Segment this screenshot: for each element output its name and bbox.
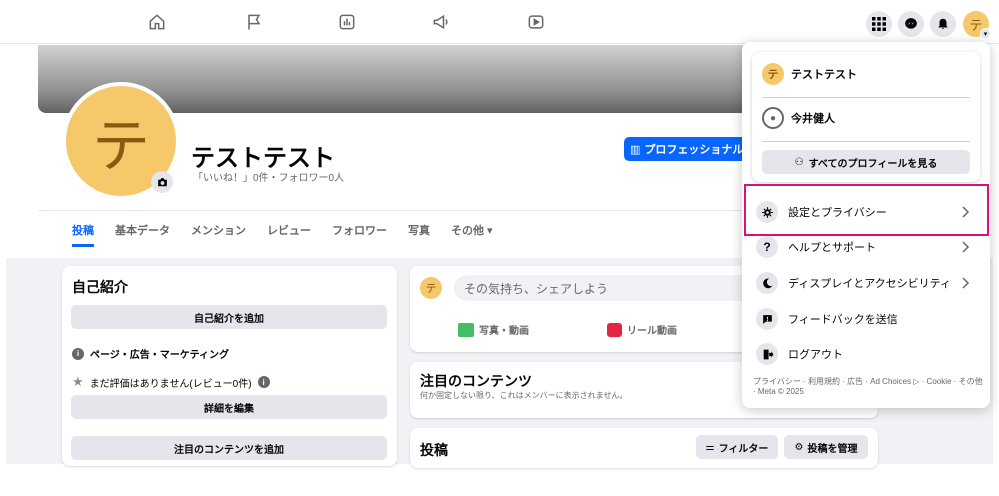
people-icon: ⚇: [794, 156, 804, 168]
top-navigation-bar: テ ▾: [0, 0, 999, 44]
feedback-icon: [756, 308, 778, 330]
chevron-right-icon: [962, 241, 970, 253]
posts-title: 投稿: [420, 442, 448, 458]
video-icon[interactable]: [525, 11, 547, 33]
tab-mentions[interactable]: メンション: [191, 222, 246, 238]
tab-more[interactable]: その他 ▾: [451, 222, 493, 238]
menu-item-label: ログアウト: [788, 349, 843, 361]
intro-title: 自己紹介: [72, 279, 128, 295]
info-icon: i: [72, 347, 84, 360]
messenger-icon[interactable]: [898, 11, 924, 37]
gear-icon: ⚙: [794, 441, 804, 453]
menu-item-label: ディスプレイとアクセシビリティ: [788, 278, 952, 290]
flag-icon[interactable]: [243, 11, 265, 33]
star-icon: ★: [72, 374, 84, 389]
tab-followers[interactable]: フォロワー: [332, 222, 387, 238]
pro-button-label: プロフェッショナル: [644, 144, 744, 156]
account-row-personal[interactable]: ● 今井健人: [762, 107, 835, 129]
divider: [762, 97, 970, 98]
composer-avatar: テ: [420, 277, 442, 299]
featured-title: 注目のコンテンツ: [420, 373, 532, 389]
chart-icon: ▥: [630, 143, 641, 156]
megaphone-icon[interactable]: [430, 11, 452, 33]
chevron-right-icon: [962, 277, 970, 289]
help-icon: ?: [756, 236, 778, 258]
see-all-profiles-button[interactable]: ⚇ すべてのプロフィールを見る: [762, 150, 970, 174]
featured-subtitle: 何か固定しない限り、これはメンバーに表示されません。: [420, 391, 628, 400]
home-icon[interactable]: [146, 11, 168, 33]
menu-item-send-feedback[interactable]: フィードバックを送信: [750, 303, 984, 335]
selection-highlight: [744, 184, 989, 236]
logout-icon: [756, 343, 778, 365]
photo-icon: [458, 322, 474, 337]
page-info-row: i ページ・広告・マーケティング: [72, 346, 229, 361]
account-name-personal: 今井健人: [791, 113, 835, 125]
tab-reviews[interactable]: レビュー: [267, 222, 311, 238]
person-icon: ●: [762, 107, 784, 129]
menu-item-label: ヘルプとサポート: [788, 242, 876, 254]
insights-icon[interactable]: [336, 11, 358, 33]
rating-row: ★ まだ評価はありません(レビュー0件) i: [72, 374, 270, 390]
account-row-current[interactable]: テ テストテスト: [762, 63, 857, 85]
menu-item-label: フィードバックを送信: [788, 314, 898, 326]
account-switcher-card: テ テストテスト ● 今井健人 ⚇ すべてのプロフィールを見る: [752, 52, 980, 182]
account-avatar: テ: [762, 63, 784, 85]
see-all-label: すべてのプロフィールを見る: [808, 158, 938, 170]
manage-label: 投稿を管理: [807, 443, 858, 455]
filter-icon: ⚌: [705, 441, 715, 453]
footer-links[interactable]: プライバシー · 利用規約 · 広告 · Ad Choices ▷ · Cook…: [753, 377, 983, 397]
tab-about[interactable]: 基本データ: [115, 222, 170, 238]
menu-item-display-accessibility[interactable]: ディスプレイとアクセシビリティ: [750, 267, 984, 299]
tab-photos[interactable]: 写真: [408, 222, 430, 238]
divider: [762, 141, 970, 142]
add-featured-button[interactable]: 注目のコンテンツを追加: [71, 436, 387, 460]
profile-tabs: 投稿 基本データ メンション レビュー フォロワー 写真 その他 ▾: [72, 222, 514, 247]
reel-icon: [607, 322, 622, 337]
reel-button[interactable]: リール動画: [607, 322, 677, 337]
photo-video-label: 写真・動画: [479, 326, 529, 337]
chevron-down-icon: ▾: [980, 28, 991, 39]
manage-posts-button[interactable]: ⚙ 投稿を管理: [784, 435, 868, 459]
intro-card: 自己紹介 自己紹介を追加 i ページ・広告・マーケティング ★ まだ評価はありま…: [62, 266, 397, 466]
filter-label: フィルター: [718, 443, 769, 455]
account-avatar-initial: テ: [767, 69, 779, 81]
composer-avatar-initial: テ: [425, 283, 437, 295]
add-intro-button[interactable]: 自己紹介を追加: [71, 305, 387, 329]
edit-details-button[interactable]: 詳細を編集: [71, 395, 387, 419]
menu-grid-icon[interactable]: [866, 11, 892, 37]
menu-item-logout[interactable]: ログアウト: [750, 338, 984, 370]
page-info-text: ページ・広告・マーケティング: [90, 350, 229, 361]
tab-posts[interactable]: 投稿: [72, 222, 94, 247]
filter-button[interactable]: ⚌ フィルター: [696, 435, 778, 459]
posts-header-card: 投稿 ⚌ フィルター ⚙ 投稿を管理: [410, 428, 878, 468]
info-icon[interactable]: i: [257, 376, 270, 388]
professional-dashboard-button[interactable]: ▥ プロフェッショナル: [624, 137, 746, 161]
moon-icon: [756, 272, 778, 294]
rating-text: まだ評価はありません(レビュー0件): [89, 378, 252, 390]
photo-video-button[interactable]: 写真・動画: [458, 322, 529, 337]
profile-avatar-initial: テ: [91, 114, 150, 179]
account-avatar-button[interactable]: テ ▾: [963, 11, 991, 39]
reel-label: リール動画: [627, 326, 677, 337]
profile-stats[interactable]: 「いいね！」0件・フォロワー0人: [193, 169, 344, 184]
notification-bell-icon[interactable]: [930, 11, 956, 37]
camera-icon[interactable]: [151, 171, 173, 193]
profile-name: テストテスト: [191, 145, 335, 172]
account-name-current: テストテスト: [791, 69, 857, 81]
